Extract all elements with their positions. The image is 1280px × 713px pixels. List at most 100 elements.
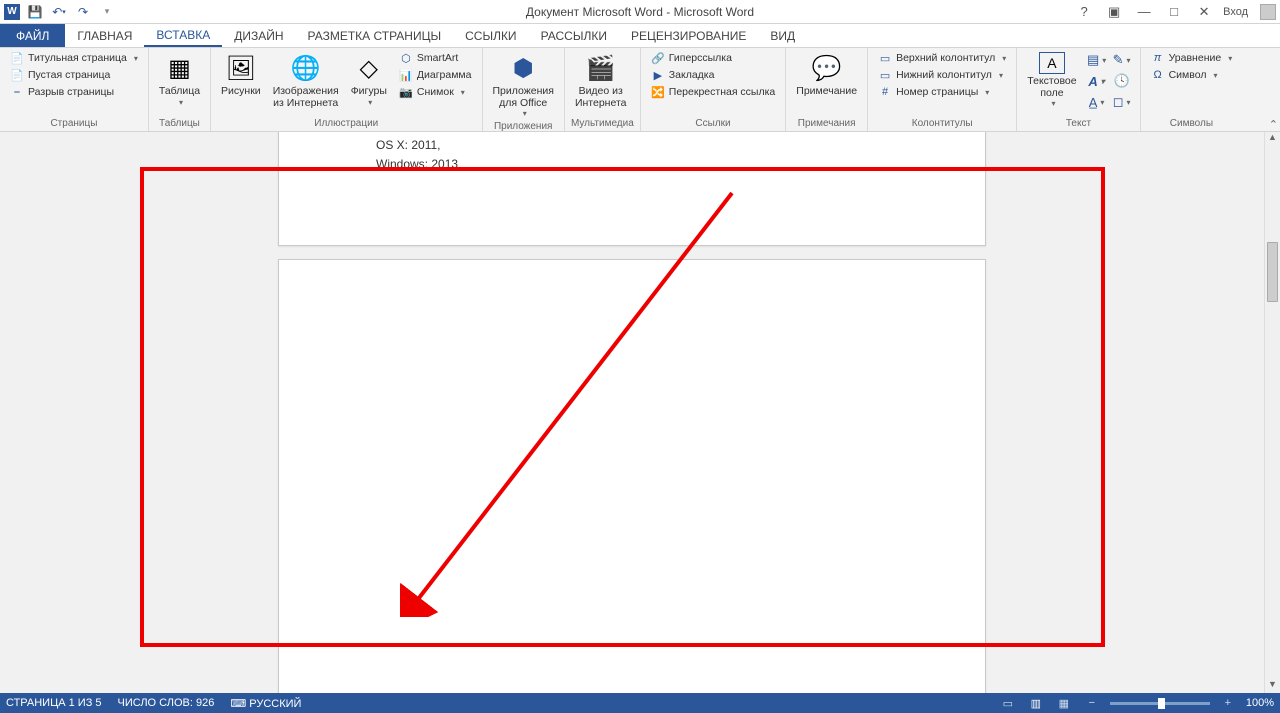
scroll-up-icon[interactable]: ▲ [1265, 132, 1280, 146]
group-header-footer: ▭Верхний колонтитул ▭Нижний колонтитул #… [868, 48, 1017, 131]
cover-page-button[interactable]: 📄 Титульная страница [6, 50, 142, 66]
drop-cap-button[interactable]: A̲ [1085, 92, 1109, 112]
comment-icon: 💬 [811, 52, 843, 84]
smartart-label: SmartArt [417, 52, 458, 64]
document-line-1: OS X: 2011, [376, 136, 458, 155]
page-break-icon: ⎯ [10, 85, 24, 99]
blank-page-label: Пустая страница [28, 69, 110, 81]
footer-button[interactable]: ▭Нижний колонтитул [874, 67, 1010, 83]
table-label: Таблица [159, 86, 200, 98]
minimize-button[interactable]: — [1133, 2, 1155, 22]
tab-home[interactable]: ГЛАВНАЯ [65, 24, 144, 47]
comment-label: Примечание [796, 86, 857, 98]
table-button[interactable]: ▦ Таблица [155, 50, 204, 109]
text-box-label: Текстовое поле [1027, 76, 1076, 99]
group-media: 🎬Видео из Интернета Мультимедиа [565, 48, 641, 131]
tab-review[interactable]: РЕЦЕНЗИРОВАНИЕ [619, 24, 758, 47]
tab-insert[interactable]: ВСТАВКА [144, 24, 222, 47]
header-button[interactable]: ▭Верхний колонтитул [874, 50, 1010, 66]
zoom-level[interactable]: 100% [1246, 697, 1274, 709]
text-mini-buttons: ▤ ✎ A 🕓 A̲ ◻ [1085, 50, 1134, 112]
pictures-button[interactable]: 🖼Рисунки [217, 50, 265, 100]
online-video-button[interactable]: 🎬Видео из Интернета [571, 50, 631, 111]
smartart-icon: ⬡ [399, 51, 413, 65]
read-mode-button[interactable]: ▭ [998, 695, 1018, 711]
group-links-label: Ссылки [647, 117, 779, 131]
zoom-out-button[interactable]: − [1082, 695, 1102, 711]
online-video-label: Видео из Интернета [575, 86, 627, 109]
header-icon: ▭ [878, 51, 892, 65]
object-button[interactable]: ◻ [1110, 92, 1134, 112]
symbol-button[interactable]: ΩСимвол [1147, 67, 1237, 83]
scroll-down-icon[interactable]: ▼ [1265, 679, 1280, 693]
maximize-button[interactable]: □ [1163, 2, 1185, 22]
web-layout-button[interactable]: ▦ [1054, 695, 1074, 711]
symbol-label: Символ [1169, 69, 1207, 81]
document-page-2[interactable] [278, 259, 986, 693]
smartart-button[interactable]: ⬡ SmartArt [395, 50, 476, 66]
ribbon-display-options-icon[interactable]: ▣ [1103, 2, 1125, 22]
shapes-label: Фигуры [351, 86, 387, 98]
page-break-button[interactable]: ⎯Разрыв страницы [6, 84, 142, 100]
document-area[interactable]: OS X: 2011, Windows: 2013 [0, 132, 1264, 693]
chart-label: Диаграмма [417, 69, 472, 81]
cover-page-label: Титульная страница [28, 52, 127, 64]
tab-page-layout[interactable]: РАЗМЕТКА СТРАНИЦЫ [296, 24, 454, 47]
tab-design[interactable]: ДИЗАЙН [222, 24, 295, 47]
tab-references[interactable]: ССЫЛКИ [453, 24, 528, 47]
comment-button[interactable]: 💬 Примечание [792, 50, 861, 100]
date-time-button[interactable]: 🕓 [1110, 71, 1134, 91]
equation-button[interactable]: πУравнение [1147, 50, 1237, 66]
online-pictures-label: Изображения из Интернета [273, 86, 339, 109]
online-video-icon: 🎬 [585, 52, 617, 84]
bookmark-button[interactable]: ▶Закладка [647, 67, 779, 83]
window-title: Документ Microsoft Word - Microsoft Word [526, 5, 754, 19]
help-icon[interactable]: ? [1073, 2, 1095, 22]
screenshot-button[interactable]: 📷Снимок [395, 84, 476, 100]
status-page[interactable]: СТРАНИЦА 1 ИЗ 5 [6, 697, 102, 709]
qat-customize-icon[interactable]: ▾ [98, 3, 116, 21]
quick-parts-button[interactable]: ▤ [1085, 50, 1109, 70]
quick-access-toolbar: W 💾 ↶▾ ↷ ▾ [0, 3, 116, 21]
shapes-button[interactable]: ◇ Фигуры [347, 50, 391, 109]
pictures-icon: 🖼 [225, 52, 257, 84]
chart-button[interactable]: 📊Диаграмма [395, 67, 476, 83]
group-text: AТекстовое поле ▤ ✎ A 🕓 A̲ ◻ Текст [1017, 48, 1140, 131]
blank-page-button[interactable]: 📄Пустая страница [6, 67, 142, 83]
document-text[interactable]: OS X: 2011, Windows: 2013 [376, 136, 458, 174]
vertical-scrollbar[interactable]: ▲ ▼ [1264, 132, 1280, 693]
signature-line-button[interactable]: ✎ [1110, 50, 1134, 70]
text-box-button[interactable]: AТекстовое поле [1023, 50, 1080, 110]
scrollbar-thumb[interactable] [1267, 242, 1278, 302]
zoom-slider-knob[interactable] [1158, 698, 1165, 709]
page-number-button[interactable]: #Номер страницы [874, 84, 1010, 100]
user-avatar-icon[interactable] [1260, 4, 1276, 20]
save-icon[interactable]: 💾 [26, 3, 44, 21]
status-language[interactable]: ⌨ РУССКИЙ [230, 697, 301, 710]
tab-mailings[interactable]: РАССЫЛКИ [529, 24, 619, 47]
shapes-icon: ◇ [353, 52, 385, 84]
collapse-ribbon-icon[interactable]: ⌃ [1269, 118, 1278, 131]
print-layout-button[interactable]: ▥ [1026, 695, 1046, 711]
cross-reference-button[interactable]: 🔀Перекрестная ссылка [647, 84, 779, 100]
online-pictures-icon: 🌐 [290, 52, 322, 84]
status-word-count[interactable]: ЧИСЛО СЛОВ: 926 [118, 697, 215, 709]
zoom-in-button[interactable]: + [1218, 695, 1238, 711]
hyperlink-button[interactable]: 🔗Гиперссылка [647, 50, 779, 66]
cover-page-icon: 📄 [10, 51, 24, 65]
online-pictures-button[interactable]: 🌐Изображения из Интернета [269, 50, 343, 111]
undo-icon[interactable]: ↶▾ [50, 3, 68, 21]
zoom-slider[interactable] [1110, 702, 1210, 705]
sign-in-label[interactable]: Вход [1223, 6, 1248, 18]
close-button[interactable]: ✕ [1193, 2, 1215, 22]
wordart-button[interactable]: A [1085, 71, 1109, 91]
group-illustrations-label: Иллюстрации [217, 117, 475, 131]
office-apps-button[interactable]: ⬢Приложения для Office [489, 50, 558, 120]
tab-file[interactable]: ФАЙЛ [0, 24, 65, 47]
cross-reference-icon: 🔀 [651, 85, 665, 99]
bookmark-icon: ▶ [651, 68, 665, 82]
group-media-label: Мультимедиа [571, 117, 634, 131]
group-tables-label: Таблицы [155, 117, 204, 131]
redo-icon[interactable]: ↷ [74, 3, 92, 21]
tab-view[interactable]: ВИД [758, 24, 807, 47]
